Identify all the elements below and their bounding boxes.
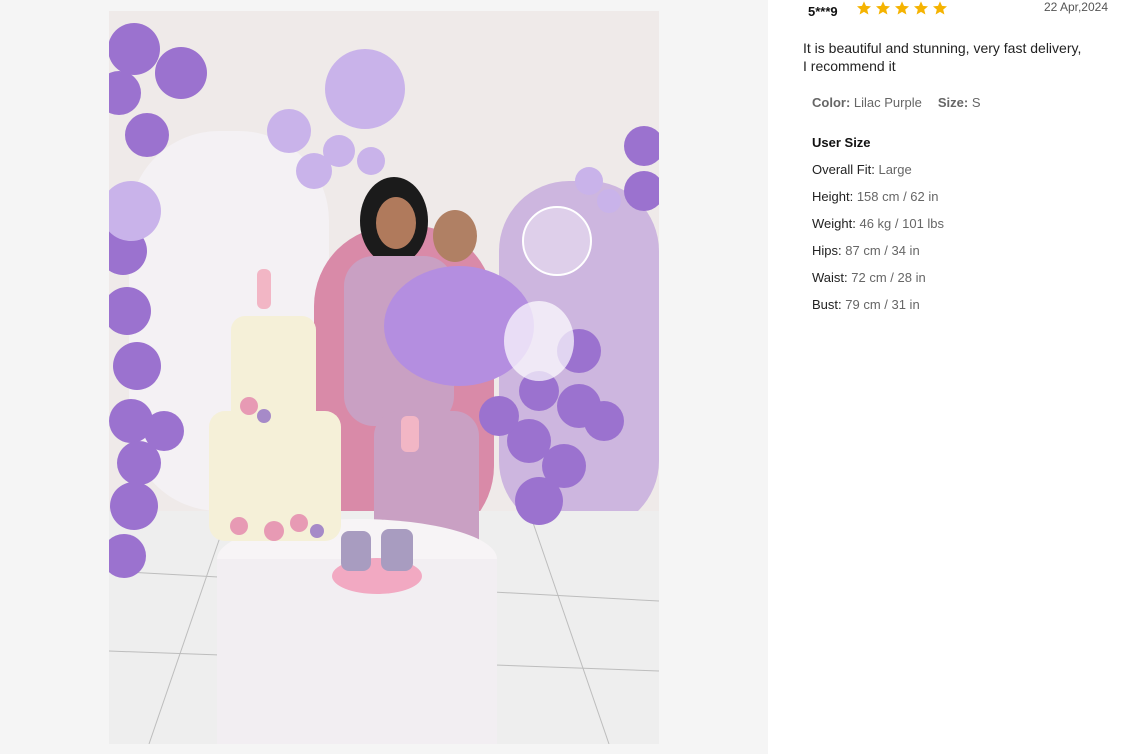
color-value: Lilac Purple [853,95,922,110]
review-photo-image [109,11,659,744]
star-icon [914,1,928,15]
measurement-value: 46 kg / 101 lbs [859,216,945,231]
measurement-bust: Bust: 79 cm / 31 in [812,297,944,324]
star-rating [856,0,948,16]
review-image-gallery [0,0,768,754]
measurement-label: Hips: [812,243,842,258]
measurement-label: Waist: [812,270,848,285]
measurement-overall-fit: Overall Fit: Large [812,162,944,189]
star-icon [876,1,890,15]
review-photo[interactable] [109,11,659,744]
measurement-label: Overall Fit: [812,162,875,177]
size-spec: Size: S [938,95,981,110]
measurement-value: 158 cm / 62 in [856,189,939,204]
color-label: Color: [812,95,851,110]
measurement-label: Height: [812,189,854,204]
review-header: 5***9 22 Apr,2024 [808,0,1108,20]
measurement-value: 79 cm / 31 in [845,297,920,312]
purchased-variant: Color: Lilac Purple Size: S [812,95,980,110]
measurement-hips: Hips: 87 cm / 34 in [812,243,944,270]
color-spec: Color: Lilac Purple [812,95,922,110]
reviewer-name: 5***9 [808,4,838,19]
measurement-weight: Weight: 46 kg / 101 lbs [812,216,944,243]
measurement-value: 87 cm / 34 in [845,243,920,258]
measurement-label: Bust: [812,297,842,312]
measurement-value: 72 cm / 28 in [851,270,926,285]
review-date: 22 Apr,2024 [1043,0,1108,14]
review-panel: 5***9 22 Apr,2024 It is beautiful and st… [768,0,1121,754]
measurement-label: Weight: [812,216,856,231]
size-value: S [971,95,981,110]
measurement-value: Large [878,162,912,177]
measurement-waist: Waist: 72 cm / 28 in [812,270,944,297]
measurement-height: Height: 158 cm / 62 in [812,189,944,216]
star-icon [895,1,909,15]
size-label: Size: [937,95,969,110]
star-icon [857,1,871,15]
star-icon [933,1,947,15]
review-text: It is beautiful and stunning, very fast … [803,40,1082,74]
user-size-list: Overall Fit: Large Height: 158 cm / 62 i… [812,162,944,324]
user-size-title: User Size [812,135,871,150]
